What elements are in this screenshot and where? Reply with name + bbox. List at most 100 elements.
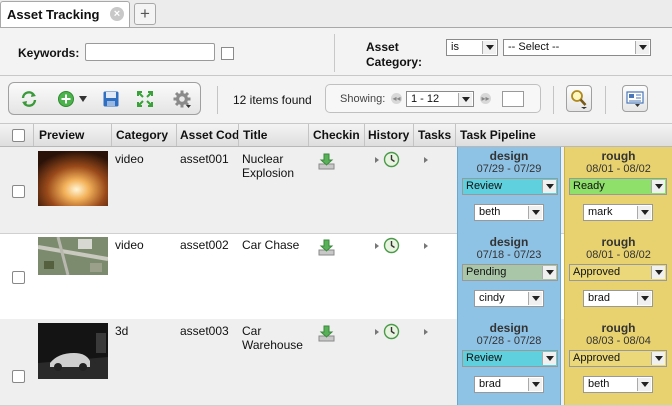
- tab-asset-tracking[interactable]: Asset Tracking ×: [0, 1, 130, 27]
- table-row[interactable]: video asset002 Car Chase design 07/18 - …: [0, 233, 672, 320]
- column-header-title[interactable]: Title: [243, 128, 303, 142]
- previous-page-icon[interactable]: ◂◂: [391, 93, 402, 104]
- status-select[interactable]: Ready: [569, 178, 667, 195]
- table-row[interactable]: video asset001 Nuclear Explosion design …: [0, 147, 672, 234]
- row-checkbox[interactable]: [12, 271, 25, 284]
- table-row[interactable]: 3d asset003 Car Warehouse design 07/28 -…: [0, 319, 672, 406]
- status-select[interactable]: Approved: [569, 350, 667, 367]
- view-options-button[interactable]: [622, 85, 648, 112]
- history-icon[interactable]: [383, 237, 400, 254]
- save-icon[interactable]: [101, 89, 121, 109]
- pipeline-stage-design: design 07/28 - 07/28 Review brad: [457, 319, 561, 405]
- chevron-down-icon: [458, 93, 472, 106]
- gear-icon[interactable]: [172, 89, 192, 109]
- divider: [605, 86, 606, 114]
- status-select[interactable]: Review: [462, 178, 558, 195]
- title-line: Nuclear: [242, 152, 284, 166]
- category-select[interactable]: -- Select --: [503, 39, 651, 56]
- column-header-preview[interactable]: Preview: [39, 128, 109, 142]
- search-button[interactable]: [566, 85, 592, 112]
- operator-select[interactable]: is: [446, 39, 498, 56]
- preview-thumbnail-car-warehouse[interactable]: [38, 323, 108, 379]
- chevron-down-icon: [528, 206, 542, 219]
- history-icon[interactable]: [383, 323, 400, 340]
- close-icon[interactable]: ×: [110, 7, 124, 21]
- select-all-checkbox[interactable]: [12, 129, 25, 142]
- status-value: Ready: [573, 180, 605, 192]
- column-header-task-pipeline[interactable]: Task Pipeline: [460, 128, 570, 142]
- stage-name: rough: [601, 235, 636, 249]
- checkin-download-icon[interactable]: [318, 153, 335, 170]
- column-header-checkin[interactable]: Checkin: [313, 128, 363, 142]
- column-header-category[interactable]: Category: [116, 128, 176, 142]
- status-select[interactable]: Review: [462, 350, 558, 367]
- checkin-download-icon[interactable]: [318, 239, 335, 256]
- add-icon[interactable]: [56, 89, 76, 109]
- chevron-down-icon: [637, 292, 651, 305]
- expand-tasks-icon[interactable]: [424, 243, 428, 249]
- stage-dates: 08/01 - 08/02: [586, 163, 651, 175]
- assignee-select[interactable]: beth: [583, 376, 653, 393]
- column-divider: [33, 124, 34, 146]
- asset-code-cell: asset001: [180, 152, 229, 166]
- action-button-group: [8, 82, 201, 115]
- keywords-input[interactable]: [85, 43, 215, 61]
- expand-history-icon[interactable]: [375, 243, 379, 249]
- page-number-input[interactable]: [502, 91, 524, 107]
- search-icon: [571, 90, 587, 109]
- history-icon[interactable]: [383, 151, 400, 168]
- status-value: Pending: [466, 266, 507, 278]
- pipeline-stage-rough: rough 08/01 - 08/02 Ready mark: [564, 147, 672, 233]
- asset-code-cell: asset002: [180, 238, 229, 252]
- assignee-select[interactable]: beth: [474, 204, 544, 221]
- expand-tasks-icon[interactable]: [424, 329, 428, 335]
- chevron-down-icon: [542, 266, 556, 279]
- expand-tasks-icon[interactable]: [424, 157, 428, 163]
- keywords-checkbox[interactable]: [221, 47, 234, 60]
- pipeline-stage-rough: rough 08/01 - 08/02 Approved brad: [564, 233, 672, 319]
- column-header-asset-code[interactable]: Asset Cod: [180, 128, 238, 142]
- stage-name: design: [489, 235, 529, 249]
- assignee-select[interactable]: mark: [583, 204, 653, 221]
- expand-history-icon[interactable]: [375, 329, 379, 335]
- expand-icon[interactable]: [135, 89, 155, 109]
- refresh-icon[interactable]: [19, 89, 39, 109]
- status-value: Approved: [573, 266, 621, 278]
- table-header: Preview Category Asset Cod Title Checkin…: [0, 124, 672, 147]
- title-line: Car Chase: [242, 238, 300, 252]
- chevron-down-icon: [651, 180, 665, 193]
- assignee-select[interactable]: brad: [474, 376, 544, 393]
- chevron-down-icon: [651, 352, 665, 365]
- title-line: Explosion: [242, 166, 295, 180]
- assignee-value: beth: [588, 378, 610, 390]
- preview-thumbnail-explosion[interactable]: [38, 151, 108, 206]
- column-header-history[interactable]: History: [368, 128, 413, 142]
- expand-history-icon[interactable]: [375, 157, 379, 163]
- assignee-value: beth: [479, 206, 501, 218]
- status-select[interactable]: Approved: [569, 264, 667, 281]
- status-value: Approved: [573, 352, 621, 364]
- add-dropdown-chevron-down-icon[interactable]: [79, 96, 87, 102]
- pipeline-stage-design: design 07/18 - 07/23 Pending cindy: [457, 233, 561, 319]
- keywords-label: Keywords:: [18, 46, 80, 60]
- column-divider: [455, 124, 456, 146]
- row-checkbox[interactable]: [12, 185, 25, 198]
- status-value: Review: [466, 180, 503, 192]
- category-value: -- Select --: [508, 41, 560, 53]
- column-header-tasks[interactable]: Tasks: [418, 128, 454, 142]
- page-range-select[interactable]: 1 - 12: [406, 91, 474, 107]
- next-page-icon[interactable]: ▸▸: [480, 93, 491, 104]
- tab-title: Asset Tracking: [7, 7, 100, 22]
- add-tab-button[interactable]: +: [134, 3, 156, 25]
- checkin-download-icon[interactable]: [318, 325, 335, 342]
- pagination: Showing: ◂◂ 1 - 12 ▸▸: [325, 84, 541, 113]
- stage-dates: 07/29 - 07/29: [476, 163, 542, 175]
- assignee-select[interactable]: cindy: [474, 290, 544, 307]
- items-found-label: 12 items found: [233, 93, 312, 107]
- status-select[interactable]: Pending: [462, 264, 558, 281]
- row-checkbox[interactable]: [12, 370, 25, 383]
- assignee-select[interactable]: brad: [583, 290, 653, 307]
- preview-thumbnail-car-chase[interactable]: [38, 237, 108, 275]
- divider: [334, 34, 335, 72]
- divider: [217, 86, 218, 114]
